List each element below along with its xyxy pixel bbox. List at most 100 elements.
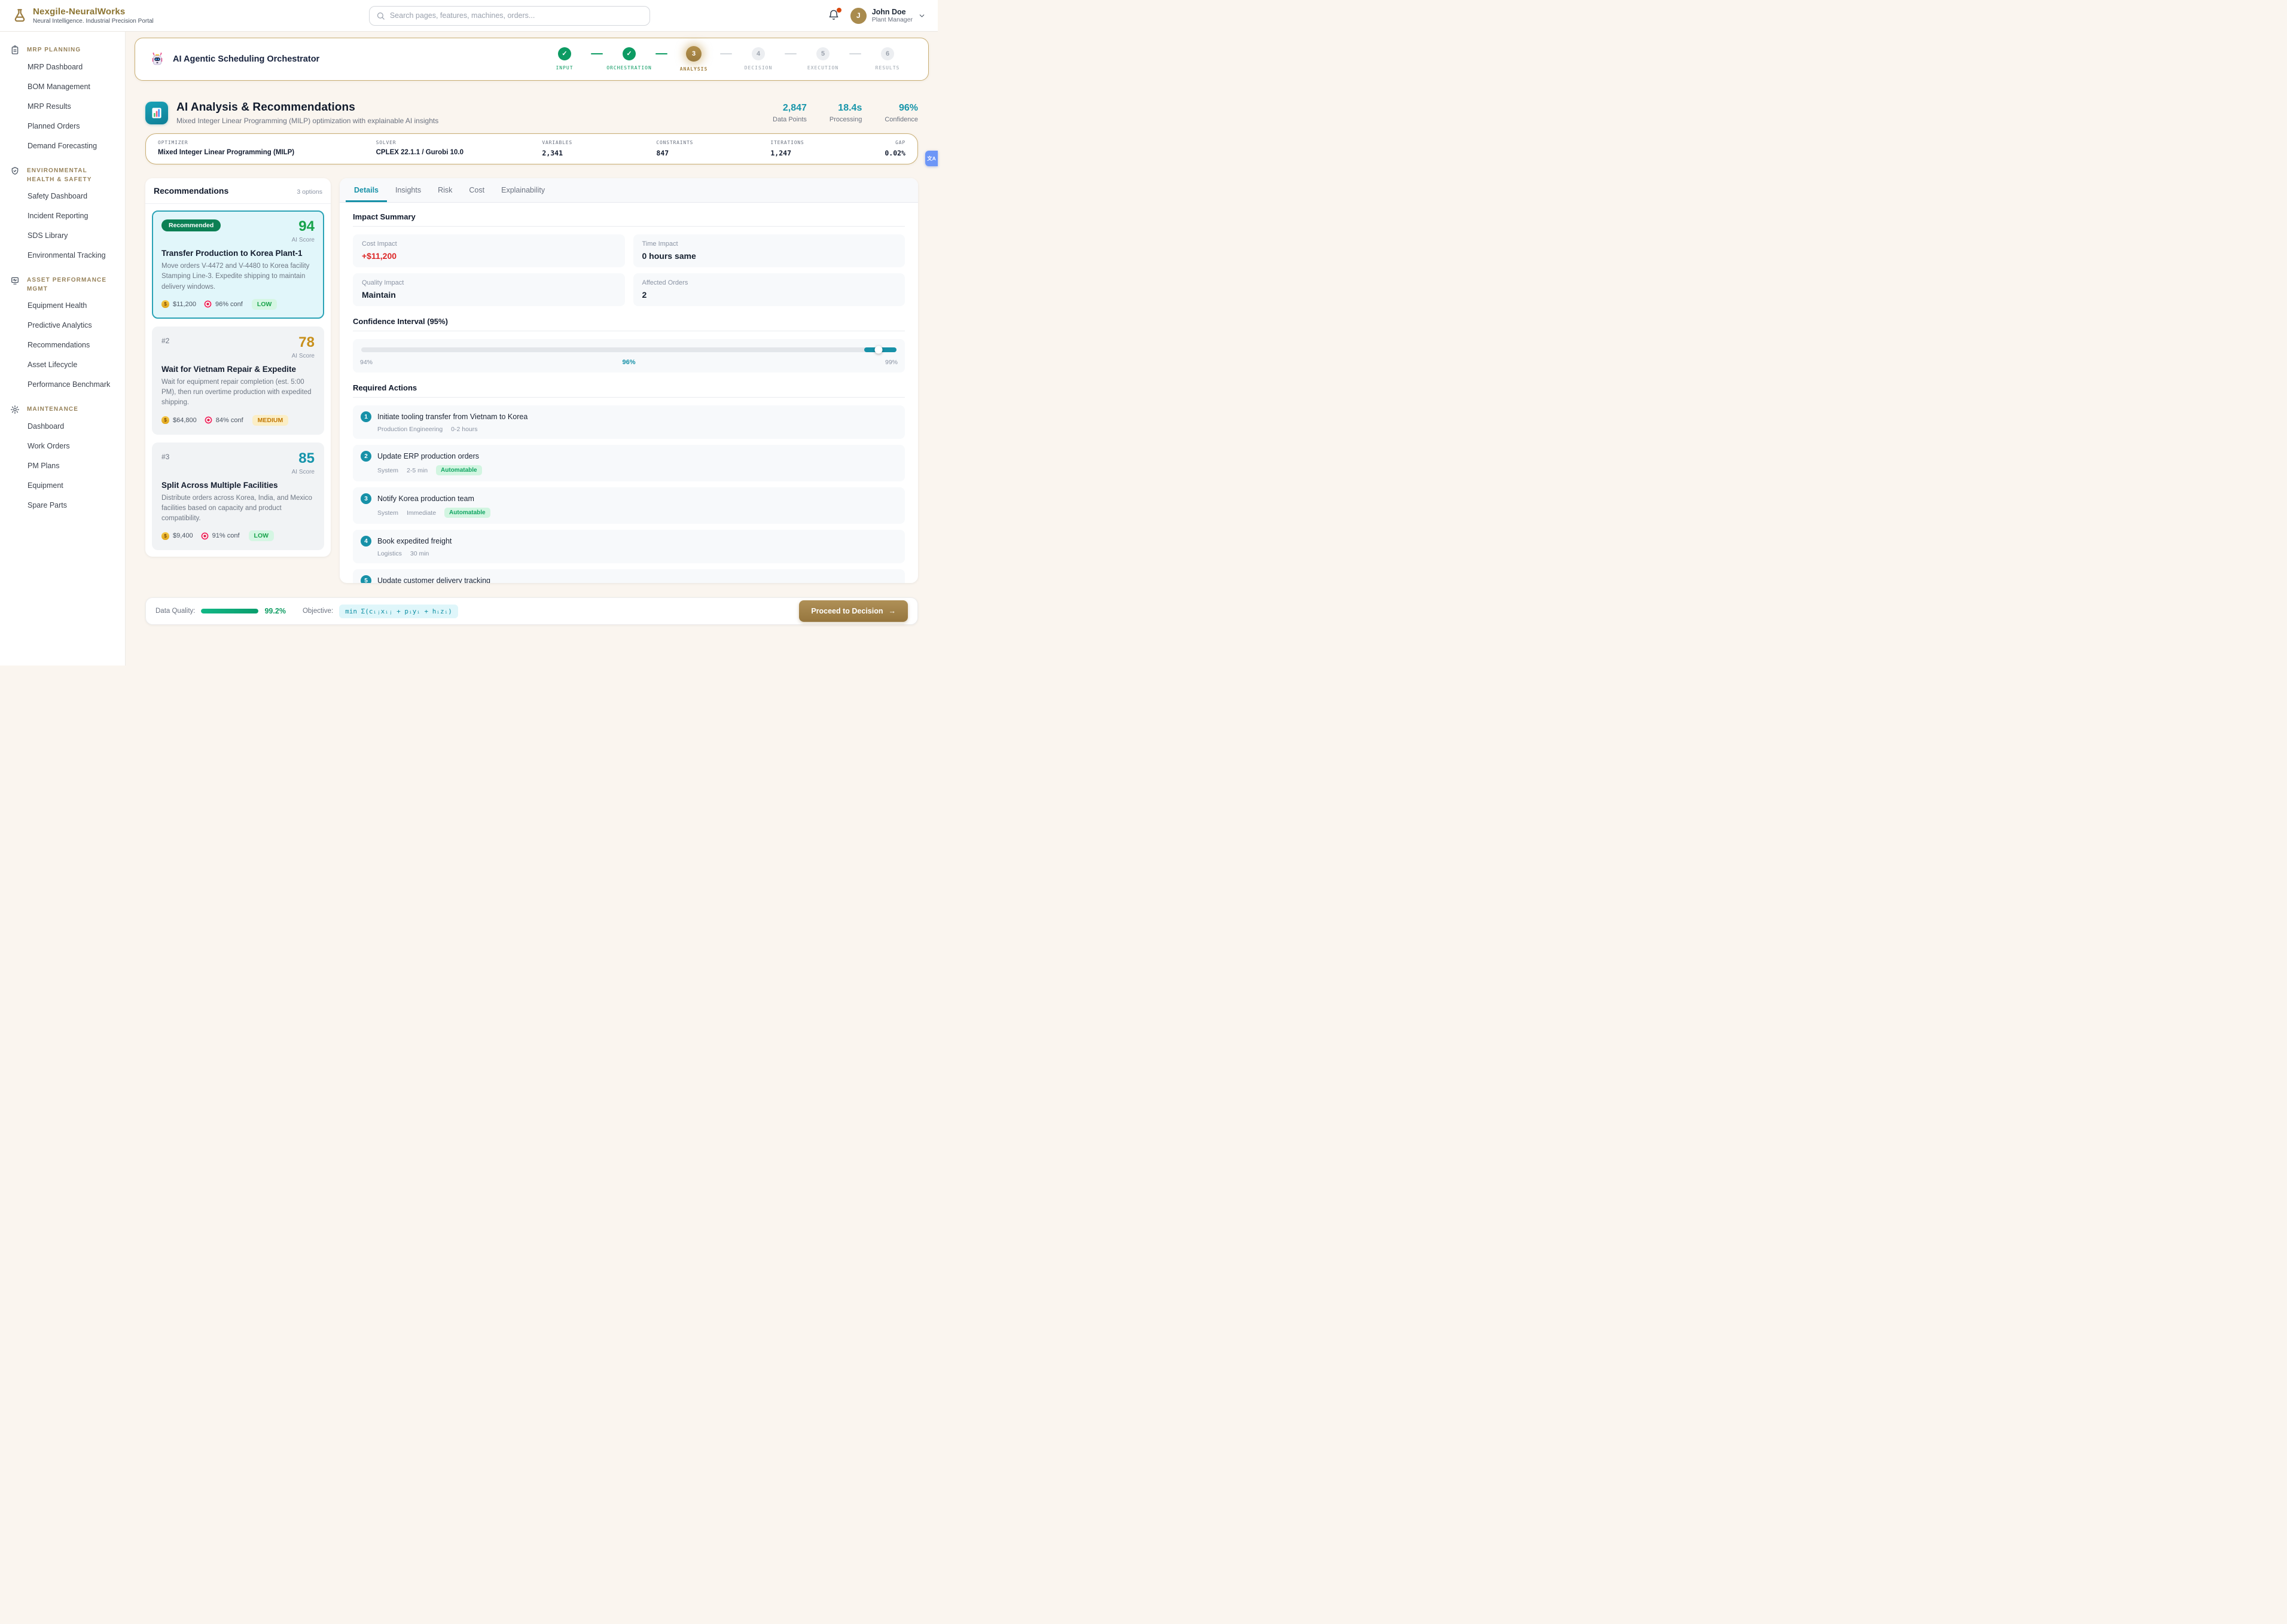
sidebar-item[interactable]: Equipment Health (0, 296, 125, 316)
money-bag-icon: $ (161, 416, 169, 424)
ai-score-value: 78 (292, 335, 315, 350)
details-tab[interactable]: Risk (429, 178, 461, 202)
sidebar-item[interactable]: BOM Management (0, 77, 125, 97)
translate-extension-button[interactable]: 文A (925, 151, 938, 166)
stat-value: 18.4s (830, 103, 862, 114)
sidebar-item[interactable]: Spare Parts (0, 496, 125, 515)
notifications-button[interactable] (828, 9, 841, 22)
sidebar-item[interactable]: Asset Lifecycle (0, 355, 125, 375)
details-tab[interactable]: Explainability (493, 178, 553, 202)
sidebar-item[interactable]: MRP Dashboard (0, 57, 125, 77)
details-tab[interactable]: Details (346, 178, 387, 202)
sidebar-item[interactable]: Demand Forecasting (0, 136, 125, 156)
proceed-to-decision-button[interactable]: Proceed to Decision → (799, 600, 908, 622)
sidebar-section: MAINTENANCE DashboardWork OrdersPM Plans… (0, 401, 125, 515)
step-label: DECISION (745, 65, 773, 71)
recommendation-card[interactable]: #3 85 AI Score Split Across Multiple Fac… (152, 442, 324, 551)
details-tab[interactable]: Insights (387, 178, 429, 202)
sidebar-item[interactable]: Environmental Tracking (0, 246, 125, 265)
money-bag-icon: $ (161, 532, 169, 540)
global-search[interactable] (369, 6, 650, 26)
sidebar-section-items: Safety DashboardIncident ReportingSDS Li… (0, 187, 125, 265)
details-tab[interactable]: Cost (461, 178, 493, 202)
recommendation-card[interactable]: #2 78 AI Score Wait for Vietnam Repair &… (152, 326, 324, 435)
search-input[interactable] (390, 11, 643, 20)
impact-card: Cost Impact +$11,200 (353, 234, 625, 267)
user-role: Plant Manager (872, 16, 913, 23)
sidebar-item[interactable]: PM Plans (0, 456, 125, 476)
shield-check-icon (10, 166, 20, 176)
step-connector (785, 53, 797, 55)
action-title: Initiate tooling transfer from Vietnam t… (377, 413, 527, 421)
action-number-badge: 2 (361, 451, 371, 462)
gauge-icon (10, 276, 20, 285)
impact-label: Affected Orders (642, 279, 896, 286)
step-label: RESULTS (876, 65, 900, 71)
impact-card: Time Impact 0 hours same (633, 234, 905, 267)
required-action-item: 2 Update ERP production orders System2-5… (353, 445, 905, 481)
recommendation-description: Move orders V-4472 and V-4480 to Korea f… (161, 261, 315, 292)
action-meta-item: Production Engineering (377, 426, 443, 433)
step-connector (720, 53, 732, 55)
clipboard-icon (10, 45, 20, 55)
sidebar-section-header: MRP PLANNING (0, 41, 125, 57)
sidebar-item[interactable]: Predictive Analytics (0, 316, 125, 335)
data-quality-label: Data Quality: (155, 608, 195, 615)
step-circle: 3 (686, 46, 702, 62)
impact-label: Time Impact (642, 240, 896, 248)
impact-value: 2 (642, 290, 896, 300)
sidebar-item[interactable]: Recommendations (0, 335, 125, 355)
confidence-slider-track[interactable] (361, 347, 896, 352)
optimizer-field-value: CPLEX 22.1.1 / Gurobi 10.0 (376, 149, 542, 156)
optimizer-field-value: 1,247 (770, 149, 885, 157)
user-menu[interactable]: J John Doe Plant Manager (850, 8, 926, 24)
stat-value: 2,847 (773, 103, 807, 114)
action-meta-item: 0-2 hours (451, 426, 477, 433)
action-number-badge: 5 (361, 575, 371, 583)
recommendation-description: Wait for equipment repair completion (es… (161, 377, 315, 408)
sidebar-item[interactable]: Equipment (0, 476, 125, 496)
sidebar-section: ENVIRONMENTAL HEALTH & SAFETY Safety Das… (0, 162, 125, 265)
gear-icon (10, 405, 20, 414)
sidebar-item[interactable]: Performance Benchmark (0, 375, 125, 395)
action-title: Book expedited freight (377, 537, 452, 545)
details-tabs: DetailsInsightsRiskCostExplainability (340, 178, 918, 203)
divider (353, 397, 905, 398)
optimizer-field-label: CONSTRAINTS (656, 140, 770, 145)
stepper-step: ✓ ORCHESTRATION (603, 47, 655, 71)
recommendation-title: Wait for Vietnam Repair & Expedite (161, 365, 315, 374)
analysis-stat: 18.4s Processing (830, 103, 862, 123)
brand: Nexgile-NeuralWorks Neural Intelligence.… (12, 7, 191, 25)
objective-formula: min Σ(cᵢⱼxᵢⱼ + pᵢyᵢ + hᵢzᵢ) (339, 605, 458, 618)
step-connector (655, 53, 667, 55)
sidebar-item[interactable]: Incident Reporting (0, 206, 125, 226)
action-meta-item: 2-5 min (407, 467, 428, 474)
sidebar-item[interactable]: MRP Results (0, 97, 125, 117)
sidebar-section-items: DashboardWork OrdersPM PlansEquipmentSpa… (0, 417, 125, 515)
step-circle: 5 (816, 47, 830, 60)
sidebar-item[interactable]: Safety Dashboard (0, 187, 125, 206)
recommendation-card[interactable]: Recommended 94 AI Score Transfer Product… (152, 210, 324, 319)
impact-label: Quality Impact (362, 279, 616, 286)
sidebar-item[interactable]: Work Orders (0, 436, 125, 456)
confidence-min: 94% (360, 359, 539, 366)
optimizer-field-value: 2,341 (542, 149, 656, 157)
sidebar-item[interactable]: Planned Orders (0, 117, 125, 136)
confidence-slider-handle[interactable] (874, 346, 882, 354)
target-icon (204, 300, 212, 308)
action-title: Update customer delivery tracking (377, 576, 490, 583)
ai-score-value: 85 (292, 451, 315, 466)
recommendation-confidence: 91% conf (212, 532, 240, 539)
arrow-right-icon: → (889, 607, 896, 615)
target-icon (201, 532, 209, 540)
app-title: Nexgile-NeuralWorks (33, 7, 154, 17)
stat-label: Processing (830, 116, 862, 123)
main-content: AI Agentic Scheduling Orchestrator ✓ INP… (126, 32, 938, 666)
sidebar-item[interactable]: Dashboard (0, 417, 125, 436)
action-number-badge: 3 (361, 493, 371, 504)
sidebar-section: ASSET PERFORMANCE MGMT Equipment HealthP… (0, 271, 125, 395)
sidebar-item[interactable]: SDS Library (0, 226, 125, 246)
confidence-interval-title: Confidence Interval (95%) (353, 317, 905, 326)
sidebar-section-label: MRP PLANNING (27, 45, 81, 55)
risk-badge: LOW (249, 530, 275, 541)
